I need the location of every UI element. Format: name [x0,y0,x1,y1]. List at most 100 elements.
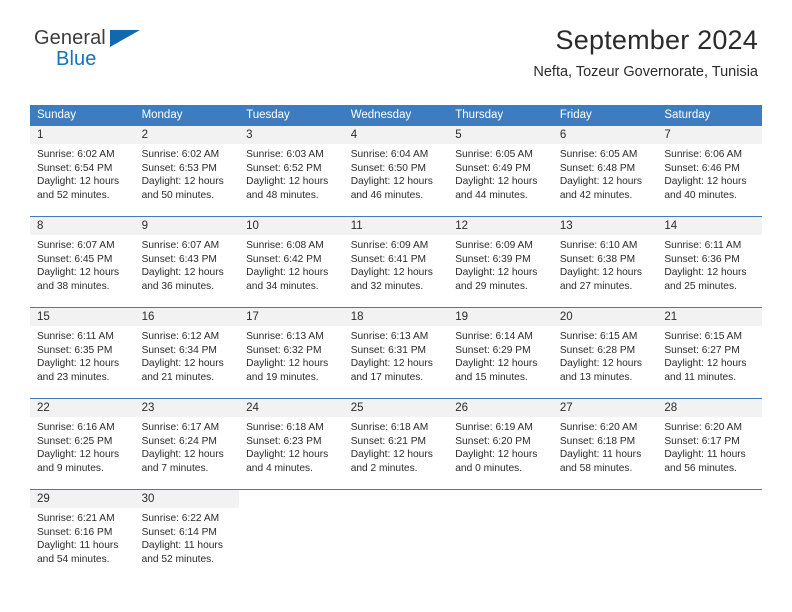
calendar-day-cell[interactable]: 30 Sunrise: 6:22 AM Sunset: 6:14 PM Dayligh… [134,489,240,580]
daylight-duration-line1: Daylight: 12 hours [141,176,224,188]
calendar-day-cell[interactable]: 2 Sunrise: 6:02 AM Sunset: 6:53 PM Daylight… [134,126,240,217]
calendar-day-cell[interactable]: 20 Sunrise: 6:15 AM Sunset: 6:28 PM Dayligh… [552,307,658,399]
calendar-day-cell[interactable]: 12 Sunrise: 6:09 AM Sunset: 6:39 PM Dayligh… [448,216,553,308]
page-header: General Blue September 2024 Nefta, Tozeu… [0,25,792,98]
sunrise-time: Sunrise: 6:20 AM [664,422,742,433]
sunrise-time: Sunrise: 6:09 AM [455,240,533,251]
calendar-day-cell[interactable]: 15 Sunrise: 6:11 AM Sunset: 6:35 PM Dayligh… [30,307,135,399]
daylight-duration-line1: Daylight: 12 hours [664,358,747,370]
calendar-day-cell[interactable]: 11 Sunrise: 6:09 AM Sunset: 6:41 PM Dayligh… [343,216,449,308]
day-number: 12 [448,217,553,235]
day-cell-inner: 23 Sunrise: 6:17 AM Sunset: 6:24 PM Dayligh… [134,399,240,489]
day-details: Sunrise: 6:20 AM Sunset: 6:17 PM Daylight:… [657,417,762,475]
calendar-day-cell[interactable]: 19 Sunrise: 6:14 AM Sunset: 6:29 PM Dayligh… [448,307,553,399]
day-cell-inner: 25 Sunrise: 6:18 AM Sunset: 6:21 PM Dayligh… [343,399,449,489]
calendar-day-cell[interactable]: 7 Sunrise: 6:06 AM Sunset: 6:46 PM Daylight… [657,126,762,217]
daylight-duration-line2: and 2 minutes. [350,462,418,474]
calendar-week-row: 1 Sunrise: 6:02 AM Sunset: 6:54 PM Daylight… [30,126,762,217]
sunrise-time: Sunrise: 6:02 AM [141,149,220,160]
daylight-duration-line2: and 58 minutes. [559,462,633,474]
daylight-duration-line2: and 0 minutes. [455,462,523,474]
sunrise-time: Sunrise: 6:20 AM [559,422,638,433]
sunset-time: Sunset: 6:43 PM [141,253,217,265]
calendar-day-cell[interactable]: 16 Sunrise: 6:12 AM Sunset: 6:34 PM Dayligh… [134,307,240,399]
calendar-day-cell[interactable]: 29 Sunrise: 6:21 AM Sunset: 6:16 PM Dayligh… [30,489,135,580]
calendar-day-cell[interactable]: 3 Sunrise: 6:03 AM Sunset: 6:52 PM Daylight… [239,126,344,217]
sunset-time: Sunset: 6:45 PM [37,253,113,265]
calendar-day-cell[interactable]: 27 Sunrise: 6:20 AM Sunset: 6:18 PM Dayligh… [552,398,658,490]
daylight-duration-line2: and 42 minutes. [559,189,633,201]
daylight-duration-line2: and 7 minutes. [141,462,209,474]
calendar-week-row: 29 Sunrise: 6:21 AM Sunset: 6:16 PM Dayligh… [30,489,762,580]
weekday-header-friday: Friday [552,105,658,126]
day-cell-inner: 26 Sunrise: 6:19 AM Sunset: 6:20 PM Dayligh… [448,399,553,489]
day-number: 7 [657,126,762,144]
daylight-duration-line2: and 29 minutes. [455,280,528,292]
sunset-time: Sunset: 6:42 PM [246,253,322,265]
sunset-time: Sunset: 6:46 PM [664,162,740,174]
day-details: Sunrise: 6:06 AM Sunset: 6:46 PM Daylight:… [657,144,762,202]
day-number: 20 [552,308,658,326]
sunrise-time: Sunrise: 6:02 AM [37,149,115,160]
calendar-day-cell[interactable]: 6 Sunrise: 6:05 AM Sunset: 6:48 PM Daylight… [552,126,658,217]
calendar-day-cell[interactable]: 8 Sunrise: 6:07 AM Sunset: 6:45 PM Daylight… [30,216,135,308]
sunset-time: Sunset: 6:54 PM [37,162,113,174]
day-details: Sunrise: 6:17 AM Sunset: 6:24 PM Daylight:… [135,417,240,475]
day-cell-inner [657,490,762,580]
weekday-header-wednesday: Wednesday [343,105,449,126]
day-cell-inner: 14 Sunrise: 6:11 AM Sunset: 6:36 PM Dayligh… [657,217,762,307]
calendar-day-cell[interactable]: 22 Sunrise: 6:16 AM Sunset: 6:25 PM Dayligh… [30,398,135,490]
day-details: Sunrise: 6:07 AM Sunset: 6:43 PM Daylight:… [135,235,240,293]
day-cell-inner: 30 Sunrise: 6:22 AM Sunset: 6:14 PM Dayligh… [134,490,240,580]
calendar-day-cell[interactable]: 1 Sunrise: 6:02 AM Sunset: 6:54 PM Daylight… [30,126,135,217]
calendar-day-cell[interactable]: 17 Sunrise: 6:13 AM Sunset: 6:32 PM Dayligh… [239,307,344,399]
sunset-time: Sunset: 6:52 PM [246,162,322,174]
daylight-duration-line1: Daylight: 12 hours [455,267,538,279]
day-cell-inner: 11 Sunrise: 6:09 AM Sunset: 6:41 PM Dayligh… [343,217,449,307]
sunrise-time: Sunrise: 6:18 AM [350,422,429,433]
sunrise-time: Sunrise: 6:16 AM [37,422,115,433]
sunrise-time: Sunrise: 6:13 AM [350,331,429,342]
daylight-duration-line2: and 46 minutes. [350,189,424,201]
sunset-time: Sunset: 6:39 PM [455,253,531,265]
calendar-day-cell[interactable]: 26 Sunrise: 6:19 AM Sunset: 6:20 PM Dayligh… [448,398,553,490]
day-number: 25 [343,399,449,417]
general-blue-logo[interactable]: General Blue [34,26,154,69]
day-cell-inner: 1 Sunrise: 6:02 AM Sunset: 6:54 PM Daylight… [30,126,135,216]
calendar-day-cell[interactable]: 28 Sunrise: 6:20 AM Sunset: 6:17 PM Dayligh… [657,398,762,490]
daylight-duration-line1: Daylight: 12 hours [559,267,642,279]
calendar-day-cell[interactable]: 23 Sunrise: 6:17 AM Sunset: 6:24 PM Dayligh… [134,398,240,490]
daylight-duration-line1: Daylight: 12 hours [141,358,224,370]
sunrise-time: Sunrise: 6:11 AM [37,331,114,342]
day-details: Sunrise: 6:02 AM Sunset: 6:53 PM Daylight:… [135,144,240,202]
calendar-day-cell[interactable]: 25 Sunrise: 6:18 AM Sunset: 6:21 PM Dayligh… [343,398,449,490]
calendar-day-cell[interactable]: 18 Sunrise: 6:13 AM Sunset: 6:31 PM Dayligh… [343,307,449,399]
calendar-day-cell[interactable]: 9 Sunrise: 6:07 AM Sunset: 6:43 PM Daylight… [134,216,240,308]
calendar-day-cell[interactable]: 10 Sunrise: 6:08 AM Sunset: 6:42 PM Dayligh… [239,216,344,308]
day-details: Sunrise: 6:11 AM Sunset: 6:36 PM Daylight:… [657,235,762,293]
calendar-week-row: 15 Sunrise: 6:11 AM Sunset: 6:35 PM Dayligh… [30,307,762,399]
calendar-day-cell[interactable]: 5 Sunrise: 6:05 AM Sunset: 6:49 PM Daylight… [448,126,553,217]
calendar-day-cell[interactable]: 13 Sunrise: 6:10 AM Sunset: 6:38 PM Dayligh… [552,216,658,308]
calendar-day-cell[interactable]: 24 Sunrise: 6:18 AM Sunset: 6:23 PM Dayligh… [239,398,344,490]
day-number: 16 [134,308,240,326]
page-subtitle: Nefta, Tozeur Governorate, Tunisia [533,63,758,80]
sunset-time: Sunset: 6:32 PM [246,344,322,356]
daylight-duration-line1: Daylight: 12 hours [559,176,642,188]
daylight-duration-line1: Daylight: 11 hours [559,449,642,461]
daylight-duration-line1: Daylight: 12 hours [559,358,642,370]
sunrise-time: Sunrise: 6:09 AM [350,240,429,251]
sunset-time: Sunset: 6:49 PM [455,162,531,174]
calendar-day-cell[interactable]: 21 Sunrise: 6:15 AM Sunset: 6:27 PM Dayligh… [657,307,762,399]
calendar-day-cell[interactable]: 4 Sunrise: 6:04 AM Sunset: 6:50 PM Daylight… [343,126,449,217]
day-number: 21 [657,308,762,326]
day-cell-inner: 10 Sunrise: 6:08 AM Sunset: 6:42 PM Dayligh… [239,217,344,307]
sunrise-time: Sunrise: 6:15 AM [559,331,638,342]
daylight-duration-line1: Daylight: 12 hours [664,176,747,188]
day-details: Sunrise: 6:07 AM Sunset: 6:45 PM Daylight:… [30,235,135,293]
daylight-duration-line2: and 36 minutes. [141,280,215,292]
calendar-day-cell[interactable]: 14 Sunrise: 6:11 AM Sunset: 6:36 PM Dayligh… [657,216,762,308]
daylight-duration-line2: and 50 minutes. [141,189,215,201]
day-number: 26 [448,399,553,417]
daylight-duration-line2: and 11 minutes. [664,371,737,383]
